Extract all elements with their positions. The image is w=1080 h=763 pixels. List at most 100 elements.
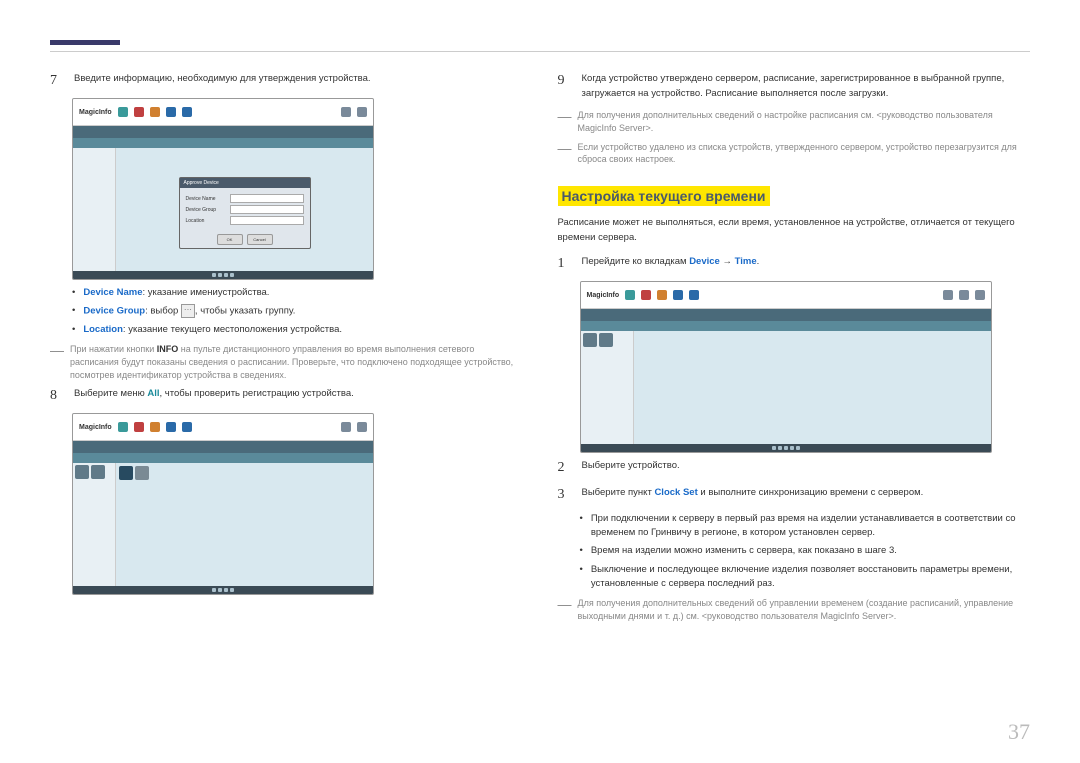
step-number: 8 <box>50 387 62 405</box>
step-1: 1 Перейдите ко вкладкам Device → Time. <box>558 255 1031 273</box>
location-input[interactable] <box>230 216 304 225</box>
dash-icon: ― <box>558 597 572 622</box>
dash-icon: ― <box>50 343 64 381</box>
bullet-item: • Выключение и последующее включение изд… <box>580 563 1031 592</box>
nav-icon <box>341 422 351 432</box>
nav-icon <box>134 422 144 432</box>
nav-icon <box>150 422 160 432</box>
step-text: Перейдите ко вкладкам Device → Time. <box>582 255 760 270</box>
nav-icon <box>134 107 144 117</box>
field-label: Location <box>186 218 226 224</box>
screenshot-tabs <box>581 309 991 321</box>
bullet-item: • Location: указание текущего местополож… <box>72 323 523 337</box>
note-row: ― Для получения дополнительных сведений … <box>558 109 1031 134</box>
nav-icon <box>118 422 128 432</box>
nav-icon <box>959 290 969 300</box>
nav-icon <box>975 290 985 300</box>
step-text: Введите информацию, необходимую для утве… <box>74 72 371 87</box>
screenshot-ribbon <box>73 453 373 463</box>
bullet-item: • При подключении к серверу в первый раз… <box>580 512 1031 541</box>
nav-icon <box>166 422 176 432</box>
bullet-dot-icon: • <box>580 544 583 558</box>
bullet-text: Выключение и последующее включение издел… <box>591 563 1030 592</box>
note-text: Для получения дополнительных сведений о … <box>578 109 1031 134</box>
nav-icon <box>357 107 367 117</box>
bullet-text: Время на изделии можно изменить с сервер… <box>591 544 897 558</box>
nav-icon <box>182 422 192 432</box>
note-text: При нажатии кнопки INFO на пульте дистан… <box>70 343 523 381</box>
magicinfo-logo: MagicInfo <box>79 424 112 431</box>
nav-icon <box>118 107 128 117</box>
note-row: ― Если устройство удалено из списка устр… <box>558 141 1031 166</box>
section-heading: Настройка текущего времени <box>558 186 770 206</box>
step-text: Выберите устройство. <box>582 459 680 474</box>
screenshot-topbar: MagicInfo <box>581 282 991 309</box>
right-column: 9 Когда устройство утверждено сервером, … <box>558 72 1031 628</box>
nav-icon <box>357 422 367 432</box>
modal-title: Approve Device <box>180 178 310 188</box>
nav-icon <box>182 107 192 117</box>
screenshot-footer <box>581 444 991 452</box>
bullet-dot-icon: • <box>72 323 75 337</box>
bullet-text: : указание имениустройства. <box>142 287 269 298</box>
term-device-group: Device Group <box>83 306 145 317</box>
nav-icon <box>673 290 683 300</box>
screenshot-ribbon <box>581 321 991 331</box>
bullet-text: : указание текущего местоположения устро… <box>123 324 342 335</box>
screenshot-sidebar <box>73 148 116 278</box>
screenshot-topbar: MagicInfo <box>73 414 373 441</box>
step-text: Когда устройство утверждено сервером, ра… <box>582 72 1031 101</box>
bullet-text: : выбор <box>145 306 181 317</box>
magicinfo-logo: MagicInfo <box>587 292 620 299</box>
section-intro: Расписание может не выполняться, если вр… <box>558 216 1031 245</box>
nav-icon <box>689 290 699 300</box>
note-text: Если устройство удалено из списка устрой… <box>578 141 1031 166</box>
term-device-name: Device Name <box>83 287 142 298</box>
screenshot-sidebar <box>73 463 116 593</box>
screenshot-device-list: MagicInfo <box>72 413 374 595</box>
nav-icon <box>657 290 667 300</box>
step-number: 3 <box>558 486 570 504</box>
magicinfo-logo: MagicInfo <box>79 109 112 116</box>
bullet-dot-icon: • <box>72 304 75 319</box>
ok-button[interactable]: OK <box>217 234 243 245</box>
bullet-item: • Время на изделии можно изменить с серв… <box>580 544 1031 558</box>
cancel-button[interactable]: Cancel <box>247 234 273 245</box>
screenshot-tabs <box>73 441 373 453</box>
step-7: 7 Введите информацию, необходимую для ут… <box>50 72 523 90</box>
device-group-input[interactable] <box>230 205 304 214</box>
screenshot-ribbon <box>73 138 373 148</box>
screenshot-body <box>73 463 373 593</box>
left-column: 7 Введите информацию, необходимую для ут… <box>50 72 523 628</box>
screenshot-sidebar <box>581 331 634 451</box>
step-number: 7 <box>50 72 62 90</box>
nav-icon <box>641 290 651 300</box>
screenshot-footer <box>73 271 373 279</box>
bullet-list: • При подключении к серверу в первый раз… <box>580 512 1031 591</box>
nav-icon <box>625 290 635 300</box>
bullet-text: При подключении к серверу в первый раз в… <box>591 512 1030 541</box>
note-row: ― Для получения дополнительных сведений … <box>558 597 1031 622</box>
screenshot-main: Approve Device Device Name Device Group … <box>116 148 373 278</box>
screenshot-footer <box>73 586 373 594</box>
term-location: Location <box>83 324 123 335</box>
dash-icon: ― <box>558 109 572 134</box>
screenshot-main <box>116 463 373 593</box>
screenshot-time-tab: MagicInfo <box>580 281 992 453</box>
header-accent <box>50 40 120 45</box>
step-2: 2 Выберите устройство. <box>558 459 1031 477</box>
bullet-item: • Device Group: выбор ···, чтобы указать… <box>72 304 523 319</box>
step-text: Выберите пункт Clock Set и выполните син… <box>582 486 924 501</box>
browse-button-icon[interactable]: ··· <box>181 304 195 318</box>
field-label: Device Group <box>186 207 226 213</box>
step-text: Выберите меню All, чтобы проверить регис… <box>74 387 354 402</box>
dash-icon: ― <box>558 141 572 166</box>
device-name-input[interactable] <box>230 194 304 203</box>
step-3: 3 Выберите пункт Clock Set и выполните с… <box>558 486 1031 504</box>
step-9: 9 Когда устройство утверждено сервером, … <box>558 72 1031 101</box>
bullet-text: , чтобы указать группу. <box>195 306 295 317</box>
step-number: 2 <box>558 459 570 477</box>
note-row: ― При нажатии кнопки INFO на пульте дист… <box>50 343 523 381</box>
screenshot-tabs <box>73 126 373 138</box>
step-number: 1 <box>558 255 570 273</box>
